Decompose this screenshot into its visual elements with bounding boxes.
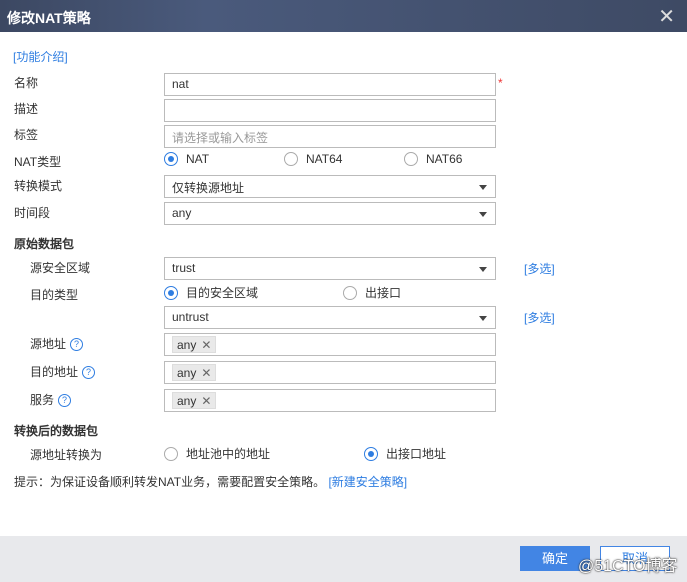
radio-label: NAT64 <box>306 152 343 166</box>
radio-label: 目的安全区域 <box>186 286 259 300</box>
dst-addr-label: 目的地址? <box>30 363 96 380</box>
dst-type-label: 目的类型 <box>30 288 79 302</box>
mode-label: 转换模式 <box>14 179 63 193</box>
name-label: 名称 <box>14 76 39 90</box>
radio-label: 出接口 <box>365 286 402 300</box>
radio-dst-zone[interactable]: 目的安全区域 <box>164 284 258 301</box>
help-icon[interactable]: ? <box>70 338 84 351</box>
src-trans-label: 源地址转换为 <box>30 448 103 462</box>
src-zone-label: 源安全区域 <box>30 261 91 275</box>
dst-zone-select[interactable]: untrust <box>164 306 496 329</box>
src-zone-value: trust <box>172 261 196 275</box>
radio-icon <box>404 152 418 166</box>
tag-input[interactable]: 请选择或输入标签 <box>164 125 496 148</box>
dialog-titlebar: 修改NAT策略 ✕ <box>0 0 687 32</box>
service-label: 服务? <box>30 391 72 408</box>
desc-label: 描述 <box>14 102 39 116</box>
dialog-title: 修改NAT策略 <box>7 10 91 26</box>
hint: 提示：为保证设备顺利转发NAT业务，需要配置安全策略。 [新建安全策略] <box>14 473 407 490</box>
src-addr-label-text: 源地址 <box>30 337 67 351</box>
dst-addr-tag: any ✕ <box>172 364 217 381</box>
radio-icon <box>164 285 178 300</box>
radio-label: NAT66 <box>426 152 463 166</box>
name-value: nat <box>172 77 189 91</box>
radio-nat64[interactable]: NAT64 <box>284 152 342 166</box>
nat-type-label: NAT类型 <box>14 155 62 169</box>
hint-text: 提示：为保证设备顺利转发NAT业务，需要配置安全策略。 <box>14 475 326 489</box>
watermark: @51CTO博客 <box>578 558 678 575</box>
src-addr-input[interactable]: any ✕ <box>164 333 496 356</box>
remove-tag-icon[interactable]: ✕ <box>201 366 211 380</box>
name-input[interactable]: nat <box>164 73 496 96</box>
service-input[interactable]: any ✕ <box>164 389 496 412</box>
mode-value: 仅转换源地址 <box>172 181 245 195</box>
service-tag: any ✕ <box>172 392 217 409</box>
help-icon[interactable]: ? <box>58 394 72 407</box>
dst-zone-value: untrust <box>172 310 209 324</box>
radio-label: NAT <box>186 152 210 166</box>
translated-heading: 转换后的数据包 <box>14 424 99 438</box>
intro-link[interactable]: [功能介绍] <box>13 48 68 65</box>
tag-text: any <box>177 393 197 408</box>
dst-addr-label-text: 目的地址 <box>30 365 79 379</box>
new-security-policy-link[interactable]: [新建安全策略] <box>328 475 407 489</box>
src-zone-multi-link[interactable]: [多选] <box>524 260 555 277</box>
close-icon[interactable]: ✕ <box>658 4 675 29</box>
remove-tag-icon[interactable]: ✕ <box>201 338 211 352</box>
dst-zone-multi-link[interactable]: [多选] <box>524 309 555 326</box>
radio-icon <box>164 152 178 166</box>
radio-icon <box>164 446 178 461</box>
time-select[interactable]: any <box>164 202 496 225</box>
radio-nat[interactable]: NAT <box>164 152 209 166</box>
time-value: any <box>172 206 192 220</box>
tag-label: 标签 <box>14 128 39 142</box>
radio-nat66[interactable]: NAT66 <box>404 152 462 166</box>
src-addr-label: 源地址? <box>30 335 84 352</box>
help-icon[interactable]: ? <box>82 366 96 379</box>
radio-out-interface-address[interactable]: 出接口地址 <box>364 445 446 462</box>
tag-text: any <box>177 365 197 380</box>
service-label-text: 服务 <box>30 393 55 407</box>
radio-label: 地址池中的地址 <box>186 447 271 461</box>
desc-input[interactable] <box>164 99 496 122</box>
radio-pool-address[interactable]: 地址池中的地址 <box>164 445 270 462</box>
time-label: 时间段 <box>14 206 51 220</box>
tag-text: any <box>177 337 197 352</box>
mode-select[interactable]: 仅转换源地址 <box>164 175 496 198</box>
tag-placeholder: 请选择或输入标签 <box>172 131 269 145</box>
radio-icon <box>364 446 378 461</box>
radio-out-interface[interactable]: 出接口 <box>343 284 401 301</box>
required-mark: * <box>498 76 503 90</box>
src-addr-tag: any ✕ <box>172 336 217 353</box>
dst-addr-input[interactable]: any ✕ <box>164 361 496 384</box>
radio-icon <box>343 285 357 300</box>
remove-tag-icon[interactable]: ✕ <box>201 394 211 408</box>
radio-icon <box>284 152 298 166</box>
original-heading: 原始数据包 <box>14 237 75 251</box>
src-zone-select[interactable]: trust <box>164 257 496 280</box>
radio-label: 出接口地址 <box>386 447 447 461</box>
